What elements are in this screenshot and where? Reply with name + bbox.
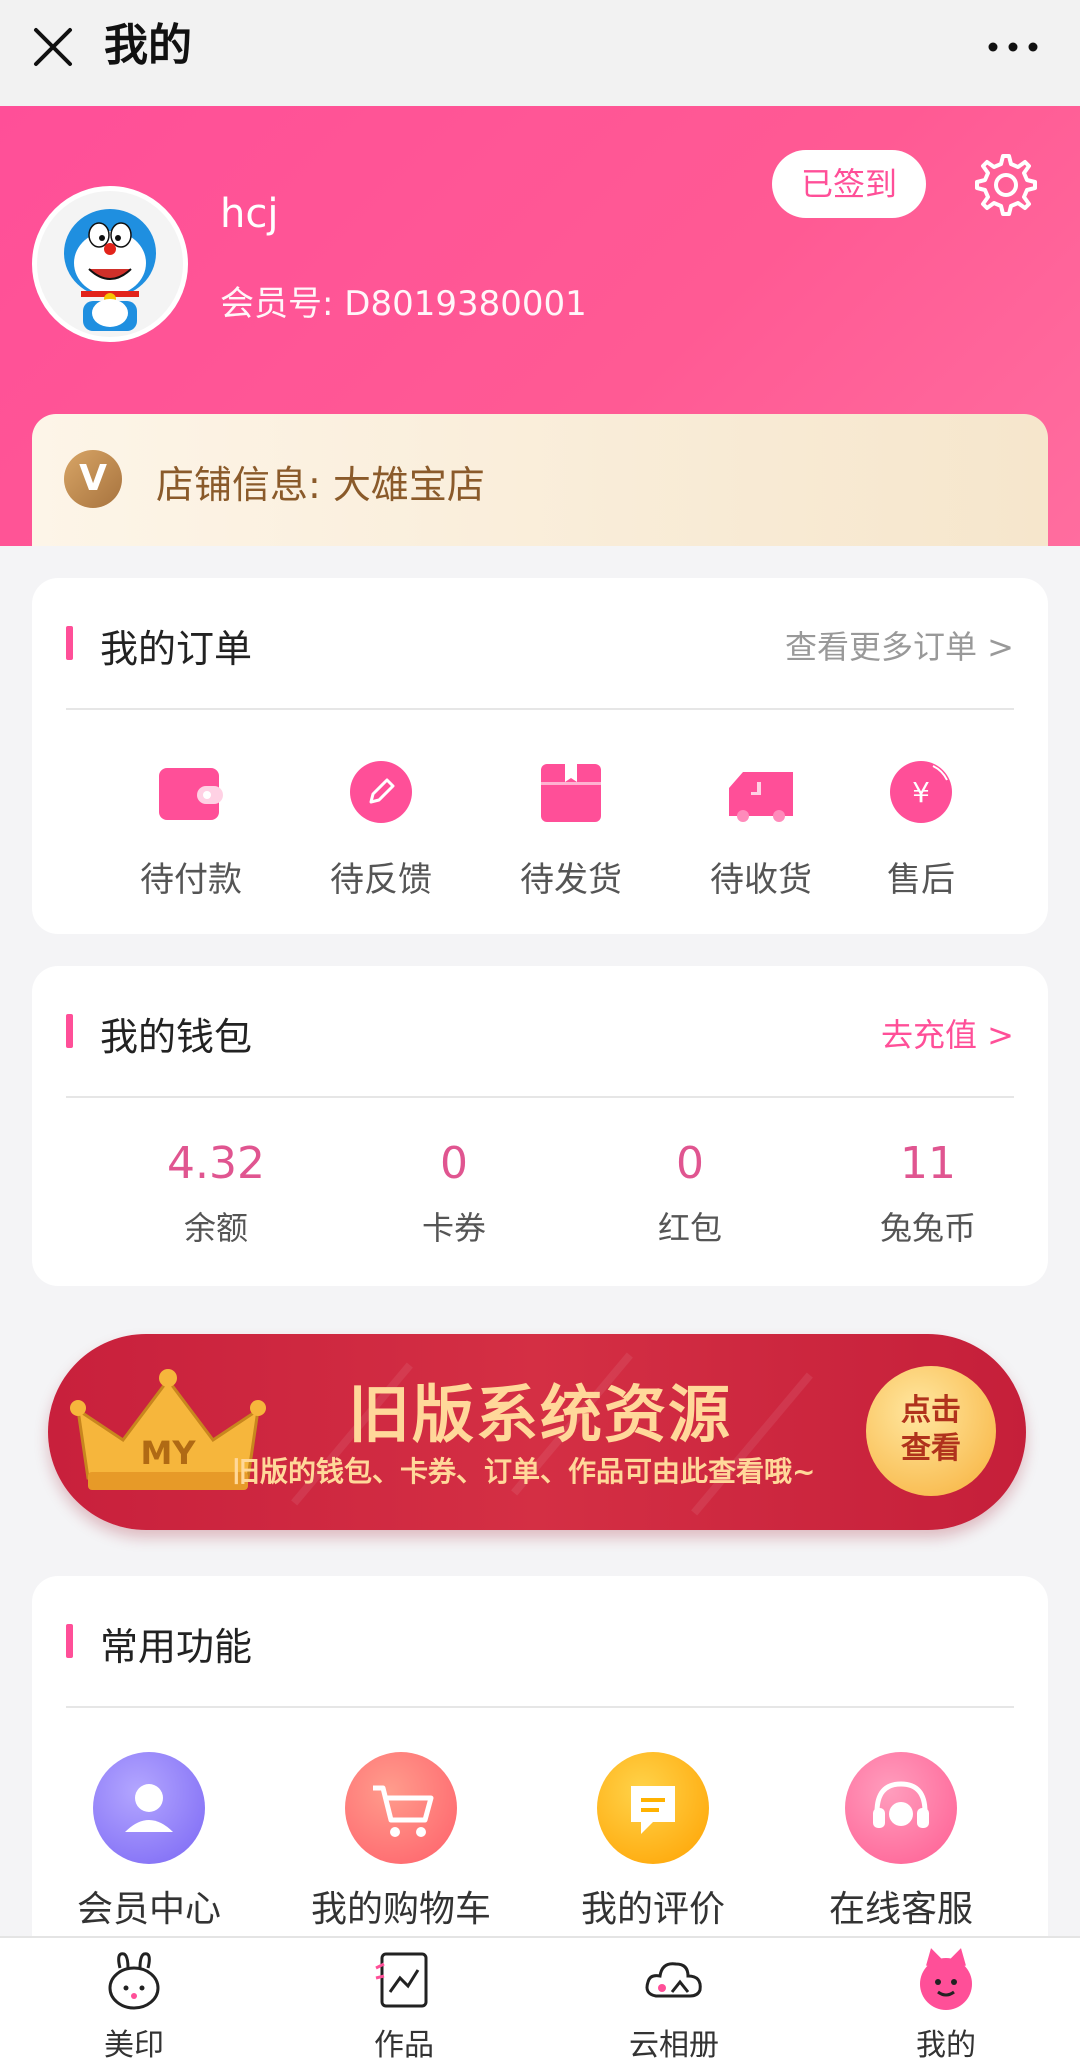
banner-title: 旧版系统资源 [348,1378,733,1451]
old-version-banner[interactable]: MY 旧版系统资源 旧版的钱包、卡券、订单、作品可由此查看哦~ 点击 查看 [48,1334,1026,1530]
wallet-value: 0 [676,1138,704,1189]
order-pending-receipt[interactable]: 待收货 [666,758,856,901]
wallet-card: 我的钱包 去充值 > 4.32 余额 0 卡券 0 红包 11 兔兔币 [32,966,1048,1286]
tab-label: 美印 [104,2028,164,2063]
wallet-red-packets[interactable]: 0 红包 [572,1138,808,1249]
gear-icon[interactable] [968,150,1038,220]
svg-text:¥: ¥ [912,776,930,809]
page-title: 我的 [104,20,192,71]
wallet-balance[interactable]: 4.32 余额 [98,1138,334,1249]
tab-works[interactable]: 作品 [304,1948,504,2064]
wallet-label: 兔兔币 [879,1209,976,1247]
signed-in-button[interactable]: 已签到 [772,150,926,218]
wallet-label: 红包 [657,1209,722,1247]
doraemon-avatar-icon [37,191,183,337]
section-marker [66,1014,73,1048]
function-member-center[interactable]: 会员中心 [24,1752,274,1932]
function-customer-service[interactable]: 在线客服 [776,1752,1026,1932]
section-marker [66,1624,73,1658]
function-reviews[interactable]: 我的评价 [528,1752,778,1932]
order-label: 待收货 [710,860,812,900]
orders-card: 我的订单 查看更多订单 > 待付款 待反馈 待发货 待收货 ¥ 售后 [32,578,1048,934]
function-cart[interactable]: 我的购物车 [276,1752,526,1932]
me-icon [920,1948,972,2010]
divider [66,1706,1014,1708]
wallet-title: 我的钱包 [100,1015,253,1059]
bottom-tab-bar: 美印 作品 云相册 我的 [0,1936,1080,2067]
wallet-coupons[interactable]: 0 卡券 [336,1138,572,1249]
order-label: 待发货 [520,860,622,900]
tab-label: 我的 [916,2028,976,2063]
function-label: 我的评价 [580,1889,725,1930]
banner-button-line1: 点击 [901,1393,961,1428]
order-after-sales[interactable]: ¥ 售后 [856,758,986,901]
wallet-label: 卡券 [421,1209,486,1247]
order-label: 售后 [887,860,955,900]
member-icon [93,1752,205,1864]
banner-button-line2: 查看 [901,1431,961,1466]
truck-icon [729,772,793,822]
order-pending-payment[interactable]: 待付款 [96,758,286,901]
crown-label: MY [140,1434,196,1472]
wallet-bunny-coins[interactable]: 11 兔兔币 [810,1138,1046,1249]
function-label: 我的购物车 [310,1889,491,1930]
wallet-icon [159,768,223,820]
tab-label: 云相册 [629,2028,719,2063]
divider [66,1096,1014,1098]
orders-title: 我的订单 [100,627,253,671]
wallet-label: 余额 [183,1209,248,1247]
cart-icon [345,1752,457,1864]
wallet-value: 11 [900,1138,956,1189]
function-label: 在线客服 [828,1889,973,1930]
recharge-link[interactable]: 去充值 > [881,1010,1014,1056]
wallet-value: 0 [440,1138,468,1189]
order-pending-shipment[interactable]: 待发货 [476,758,666,901]
pencil-icon [350,761,412,823]
banner-subtitle: 旧版的钱包、卡券、订单、作品可由此查看哦~ [232,1455,816,1488]
box-icon [541,764,601,822]
tab-cloud-album[interactable]: 云相册 [574,1948,774,2064]
divider [66,708,1014,710]
works-icon [375,1952,428,2008]
vip-badge-icon: V [64,450,122,508]
tab-meiyin[interactable]: 美印 [34,1948,234,2064]
shop-info-card[interactable]: V 店铺信息: 大雄宝店 [32,414,1048,546]
tab-label: 作品 [374,2028,434,2063]
cloud-album-icon [645,1962,702,1998]
order-pending-feedback[interactable]: 待反馈 [286,758,476,901]
username: hcj [220,191,279,237]
shop-info-text: 店铺信息: 大雄宝店 [156,463,485,507]
wallet-value: 4.32 [167,1138,265,1189]
headset-icon [845,1752,957,1864]
bunny-icon [108,1952,160,2010]
banner-view-button[interactable]: 点击 查看 [866,1366,996,1496]
avatar[interactable] [32,186,188,342]
functions-title: 常用功能 [100,1625,253,1669]
member-number: 会员号: D8019380001 [220,284,587,324]
comment-icon [597,1752,709,1864]
more-icon[interactable] [988,40,1038,54]
yen-icon: ¥ [890,761,952,823]
function-label: 会员中心 [76,1889,221,1930]
top-bar: 我的 [0,0,1080,106]
order-label: 待付款 [140,860,242,900]
order-label: 待反馈 [330,860,432,900]
view-more-orders-link[interactable]: 查看更多订单 > [785,622,1014,668]
close-icon[interactable] [28,22,78,72]
section-marker [66,626,73,660]
tab-me[interactable]: 我的 [846,1948,1046,2064]
